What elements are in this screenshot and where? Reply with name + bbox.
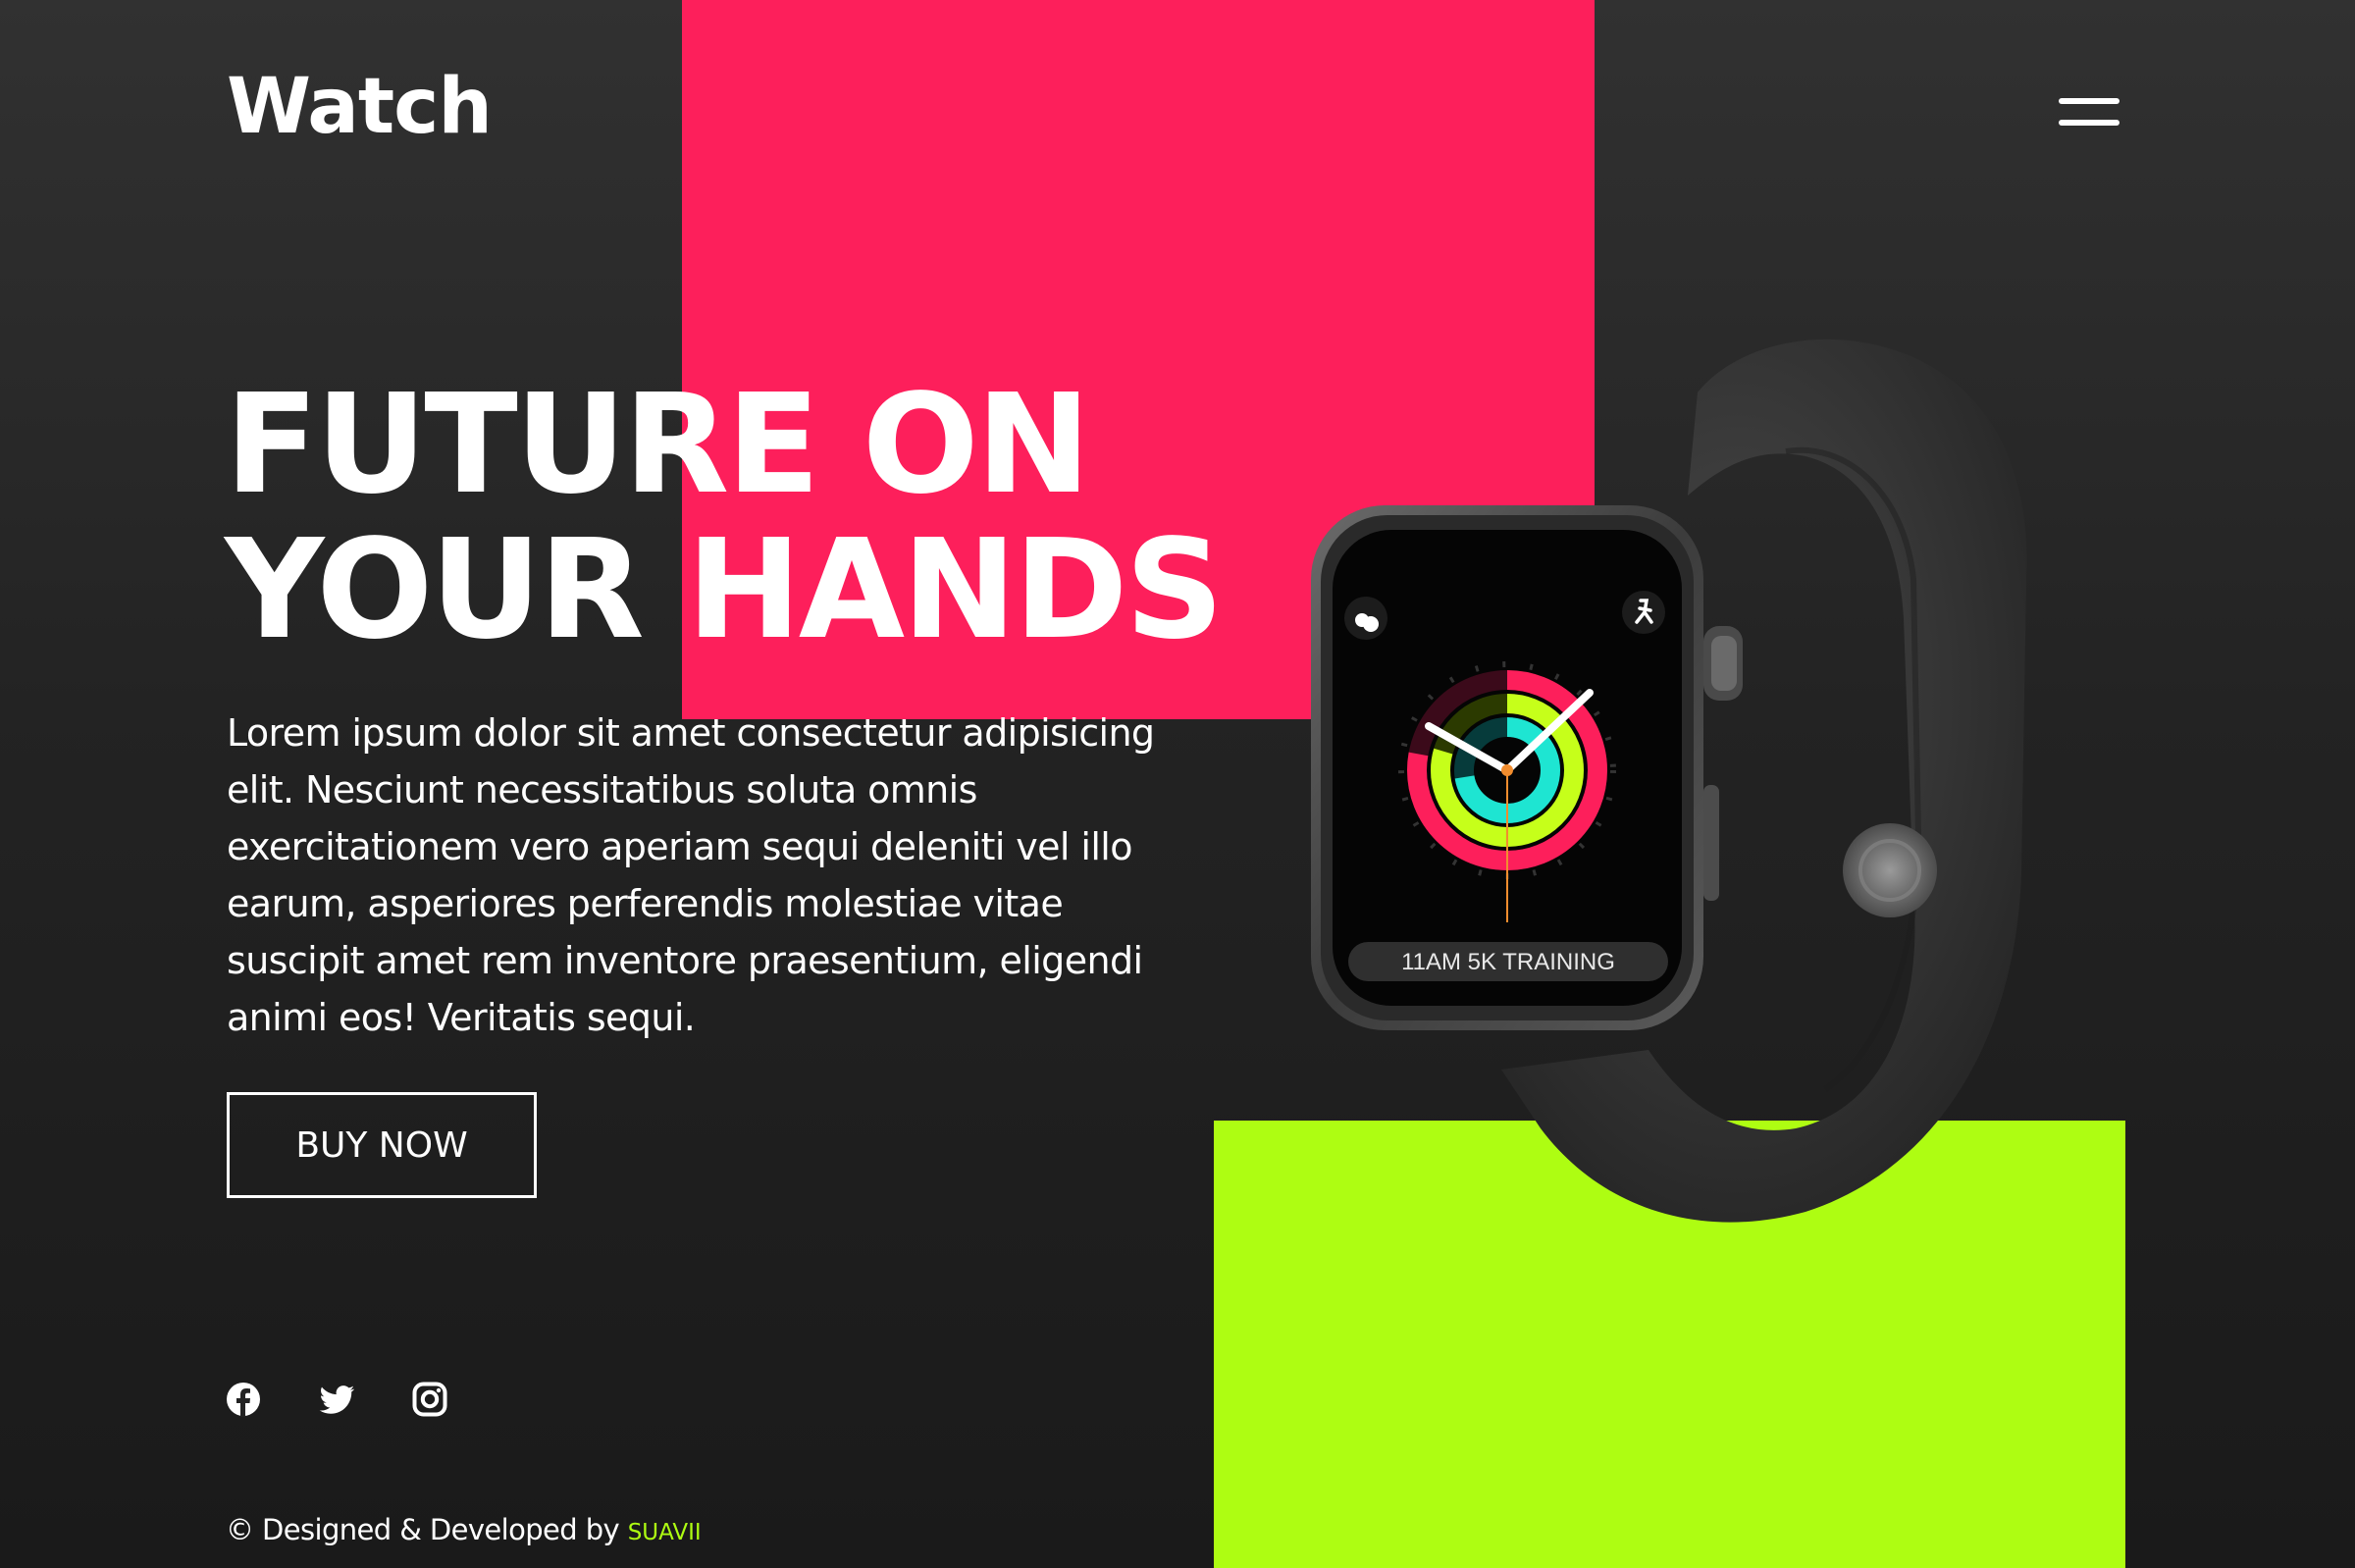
hamburger-menu-icon-bar [2059, 120, 2120, 126]
hero-description: Lorem ipsum dolor sit amet consectetur a… [227, 711, 1155, 1039]
facebook-icon [227, 1383, 260, 1417]
instagram-icon [412, 1382, 447, 1417]
hero-headline: FUTURE ON YOUR HANDS [225, 365, 1224, 670]
strap-pin-icon [1843, 823, 1937, 917]
hamburger-menu-button[interactable] [2059, 96, 2121, 131]
buy-now-button[interactable]: BUY NOW [227, 1092, 537, 1198]
headline-line-1: FUTURE ON [225, 365, 1091, 525]
hamburger-menu-icon [2059, 98, 2120, 104]
landing-page: 11AM 5K TRAINING Watch FUTURE ON YOUR HA… [0, 0, 2355, 1568]
instagram-link[interactable] [412, 1382, 447, 1417]
twitter-link[interactable] [319, 1382, 354, 1417]
watch-screen-label: 11AM 5K TRAINING [1401, 949, 1615, 975]
footer-credit: © Designed & Developed by SUAVII [226, 1513, 702, 1546]
footer-brand-link[interactable]: SUAVII [628, 1520, 702, 1545]
social-links [226, 1382, 447, 1417]
site-logo[interactable]: Watch [227, 69, 493, 145]
headline-line-2: YOUR HANDS [225, 510, 1224, 670]
twitter-icon [319, 1385, 354, 1414]
facebook-link[interactable] [226, 1382, 261, 1417]
footer-text: © Designed & Developed by [226, 1513, 620, 1546]
smartwatch-image: 11AM 5K TRAINING [1311, 339, 2027, 1223]
